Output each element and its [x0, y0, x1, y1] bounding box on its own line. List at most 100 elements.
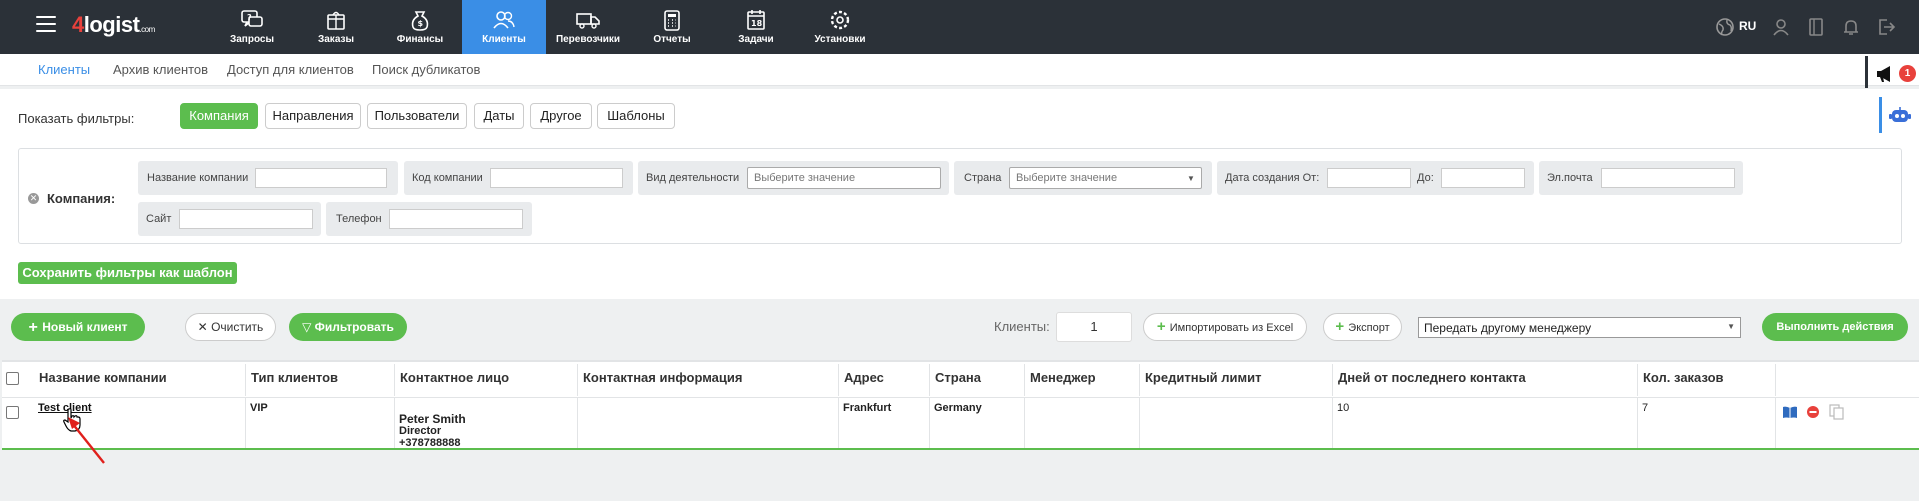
globe-icon[interactable]	[1715, 17, 1735, 37]
select-all-checkbox[interactable]	[6, 372, 19, 385]
field-label: До:	[1417, 172, 1434, 184]
filter-tab-other[interactable]: Другое	[530, 103, 592, 129]
filter-tab-company[interactable]: Компания	[180, 103, 258, 129]
nav-requests[interactable]: ? Запросы	[210, 0, 294, 54]
col-header-days-since-contact[interactable]: Дней от последнего контакта	[1333, 364, 1638, 396]
nav-settings[interactable]: Установки	[798, 0, 882, 54]
col-header-manager[interactable]: Менеджер	[1025, 364, 1140, 396]
button-label: Импортировать из Excel	[1169, 322, 1294, 334]
red-arrow-annotation	[68, 417, 105, 464]
svg-text:$: $	[418, 19, 424, 28]
robot-icon	[1889, 107, 1911, 122]
country-select[interactable]: Выберите значение	[1009, 167, 1202, 189]
filter-button[interactable]: ▽ Фильтровать	[289, 313, 407, 341]
col-header-contact-info[interactable]: Контактная информация	[578, 364, 839, 396]
filter-tab-users[interactable]: Пользователи	[367, 103, 467, 129]
row-checkbox[interactable]	[6, 406, 19, 419]
col-header-contact-person[interactable]: Контактное лицо	[395, 364, 578, 396]
save-filters-template-button[interactable]: Сохранить фильтры как шаблон	[18, 262, 237, 284]
company-name-input[interactable]	[255, 168, 387, 188]
nav-label: Заказы	[317, 34, 355, 45]
nav-orders[interactable]: Заказы	[294, 0, 378, 54]
notification-badge: 1	[1899, 65, 1916, 82]
divider	[1865, 56, 1868, 88]
nav-reports[interactable]: Отчеты	[630, 0, 714, 54]
funnel-icon: ▽	[302, 320, 315, 334]
filter-created-date: Дата создания От: До:	[1217, 161, 1534, 195]
assistant-bot[interactable]	[1875, 97, 1919, 133]
truck-icon	[576, 13, 600, 29]
megaphone-icon	[1877, 66, 1890, 82]
nav-label: Установки	[814, 34, 866, 45]
subtab-find-duplicates[interactable]: Поиск дубликатов	[372, 62, 480, 77]
close-icon: ✕	[197, 320, 212, 334]
nav-label: Запросы	[229, 34, 275, 45]
company-code-input[interactable]	[490, 168, 623, 188]
nav-label: Задачи	[738, 34, 774, 45]
calendar-icon: 18	[747, 10, 765, 30]
nav-tasks[interactable]: 18 Задачи	[714, 0, 798, 54]
nav-carriers[interactable]: Перевозчики	[546, 0, 630, 54]
filter-phone: Телефон	[326, 202, 532, 236]
nav-clients[interactable]: Клиенты	[462, 0, 546, 54]
email-input[interactable]	[1601, 168, 1735, 188]
bell-icon[interactable]	[1841, 17, 1861, 37]
phone-input[interactable]	[389, 209, 523, 229]
nav-finance[interactable]: $ Финансы	[378, 0, 462, 54]
cell-days-since-contact: 10	[1333, 398, 1638, 448]
clear-button[interactable]: ✕ Очистить	[185, 313, 276, 341]
announcements[interactable]: 1	[1863, 56, 1919, 88]
field-label: Телефон	[336, 213, 382, 225]
money-bag-icon: $	[411, 11, 429, 31]
users-icon	[493, 11, 515, 29]
contact-name: Peter Smith	[399, 412, 466, 426]
import-excel-button[interactable]: + Импортировать из Excel	[1143, 313, 1307, 341]
plus-icon: +	[1156, 318, 1170, 335]
cell-manager	[1025, 398, 1140, 448]
activity-select[interactable]: Выберите значение	[747, 167, 941, 189]
site-input[interactable]	[179, 209, 313, 229]
nav-label: Финансы	[396, 34, 444, 45]
col-header-country[interactable]: Страна	[930, 364, 1025, 396]
new-client-button[interactable]: + Новый клиент	[11, 313, 145, 341]
filter-company-code: Код компании	[404, 161, 633, 195]
top-navbar: 4logist.com ? Запросы Заказы $ Финансы К…	[0, 0, 1919, 54]
button-label: Фильтровать	[314, 320, 394, 334]
company-filter-label: Компания:	[47, 191, 116, 206]
subtab-clients[interactable]: Клиенты	[38, 62, 90, 77]
show-filters-label: Показать фильтры:	[18, 111, 135, 126]
manager-transfer-select[interactable]: Передать другому менеджеру ▼	[1418, 317, 1741, 338]
created-to-input[interactable]	[1441, 168, 1525, 188]
remove-filter-icon[interactable]: ✕	[28, 193, 39, 204]
copy-icon[interactable]	[1829, 404, 1844, 420]
logout-icon[interactable]	[1876, 17, 1896, 37]
filter-tab-dates[interactable]: Даты	[474, 103, 524, 129]
filter-tab-directions[interactable]: Направления	[265, 103, 361, 129]
cell-contact-person: Peter Smith Director +378788888	[395, 398, 578, 449]
filter-email: Эл.почта	[1539, 161, 1743, 195]
cell-credit-limit	[1140, 398, 1333, 448]
created-from-input[interactable]	[1327, 168, 1411, 188]
subtab-archive[interactable]: Архив клиентов	[113, 62, 208, 77]
button-label: Новый клиент	[42, 320, 128, 334]
book-icon[interactable]	[1806, 17, 1826, 37]
col-header-company[interactable]: Название компании	[34, 364, 246, 396]
user-profile-icon[interactable]	[1771, 17, 1791, 37]
contact-role: Director	[399, 425, 442, 437]
filter-tab-templates[interactable]: Шаблоны	[597, 103, 675, 129]
chevron-down-icon: ▼	[1187, 174, 1195, 183]
svg-text:18: 18	[751, 19, 763, 28]
logo[interactable]: 4logist.com	[72, 12, 155, 38]
col-header-credit-limit[interactable]: Кредитный лимит	[1140, 364, 1333, 396]
col-header-client-type[interactable]: Тип клиентов	[246, 364, 395, 396]
hamburger-menu-icon[interactable]	[36, 16, 56, 32]
open-book-icon[interactable]	[1782, 405, 1798, 419]
delete-icon[interactable]	[1806, 405, 1820, 419]
execute-actions-button[interactable]: Выполнить действия	[1762, 313, 1908, 341]
cell-country: Germany	[930, 398, 1025, 448]
subtab-client-access[interactable]: Доступ для клиентов	[227, 62, 354, 77]
export-button[interactable]: + Экспорт	[1323, 313, 1402, 341]
col-header-orders-count[interactable]: Кол. заказов	[1638, 364, 1776, 396]
language-selector[interactable]: RU	[1739, 19, 1756, 33]
col-header-address[interactable]: Адрес	[839, 364, 930, 396]
